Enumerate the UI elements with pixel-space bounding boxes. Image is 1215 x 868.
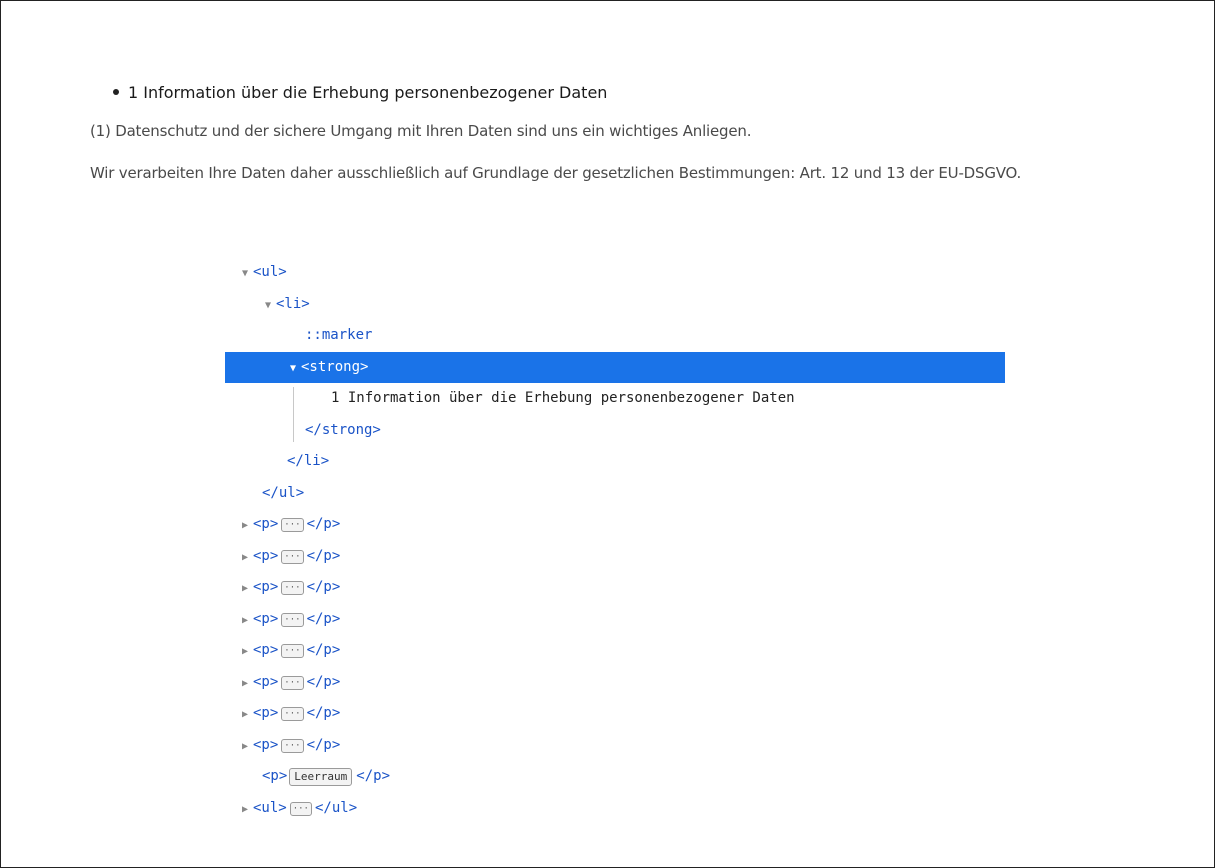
whitespace-badge[interactable]: Leerraum (289, 768, 353, 786)
node-p-collapsed[interactable]: ▶ <p> ··· </p> (225, 572, 1005, 604)
ellipsis-badge[interactable]: ··· (281, 707, 304, 721)
ellipsis-badge[interactable]: ··· (281, 518, 304, 532)
node-li[interactable]: ▼ <li> (225, 289, 1005, 321)
page-frame: 1 Information über die Erhebung personen… (0, 0, 1215, 868)
bullet-icon (113, 89, 119, 95)
triangle-right-icon[interactable]: ▶ (239, 636, 251, 668)
node-strong-text[interactable]: 1 Information über die Erhebung personen… (225, 383, 1005, 415)
node-marker[interactable]: ::marker (225, 320, 1005, 352)
ellipsis-badge[interactable]: ··· (281, 549, 304, 564)
ellipsis-badge[interactable]: ··· (281, 738, 304, 753)
triangle-down-icon[interactable]: ▼ (239, 258, 251, 290)
node-li-close[interactable]: </li> (225, 446, 1005, 478)
dom-inspector-tree: ▼ <ul> ▼ <li> ::marker ▼ <strong> 1 Informa… (225, 257, 1005, 824)
node-p-collapsed[interactable]: ▶ <p> ··· </p> (225, 635, 1005, 667)
triangle-right-icon[interactable]: ▶ (239, 731, 251, 763)
node-p-collapsed[interactable]: ▶ <p> ··· </p> (225, 541, 1005, 573)
triangle-right-icon[interactable]: ▶ (239, 668, 251, 700)
triangle-right-icon[interactable]: ▶ (239, 794, 251, 826)
page-content: 1 Information über die Erhebung personen… (90, 79, 1170, 188)
heading-text: 1 Information über die Erhebung personen… (128, 82, 608, 102)
paragraph-2: Wir verarbeiten Ihre Daten daher ausschl… (90, 164, 1022, 182)
triangle-right-icon[interactable]: ▶ (239, 510, 251, 542)
node-strong-selected[interactable]: ▼ <strong> (225, 351, 1005, 385)
list-item-heading: 1 Information über die Erhebung personen… (113, 79, 1170, 105)
ellipsis-badge[interactable]: ··· (281, 581, 304, 595)
node-ul-collapsed[interactable]: ▶ <ul> ··· </ul> (225, 793, 1005, 825)
paragraph-1: (1) Datenschutz und der sichere Umgang m… (90, 122, 752, 140)
ellipsis-badge[interactable]: ··· (289, 801, 312, 816)
node-p-collapsed[interactable]: ▶ <p> ··· </p> (225, 730, 1005, 762)
ellipsis-badge[interactable]: ··· (281, 644, 304, 658)
ellipsis-badge[interactable]: ··· (281, 612, 304, 627)
node-ul-close[interactable]: </ul> (225, 478, 1005, 510)
triangle-down-icon[interactable]: ▼ (287, 353, 299, 385)
triangle-down-icon[interactable]: ▼ (262, 290, 274, 322)
node-p-collapsed[interactable]: ▶ <p> ··· </p> (225, 698, 1005, 730)
node-strong-close[interactable]: </strong> (225, 415, 1005, 447)
node-ul[interactable]: ▼ <ul> (225, 257, 1005, 289)
node-p-collapsed[interactable]: ▶ <p> ··· </p> (225, 604, 1005, 636)
triangle-right-icon[interactable]: ▶ (239, 573, 251, 605)
indent-guide (293, 387, 294, 442)
triangle-right-icon[interactable]: ▶ (239, 605, 251, 637)
triangle-right-icon[interactable]: ▶ (239, 699, 251, 731)
ellipsis-badge[interactable]: ··· (281, 675, 304, 690)
node-p-collapsed[interactable]: ▶ <p> ··· </p> (225, 667, 1005, 699)
node-p-whitespace[interactable]: <p> Leerraum </p> (225, 761, 1005, 793)
triangle-right-icon[interactable]: ▶ (239, 542, 251, 574)
node-p-collapsed[interactable]: ▶ <p> ··· </p> (225, 509, 1005, 541)
